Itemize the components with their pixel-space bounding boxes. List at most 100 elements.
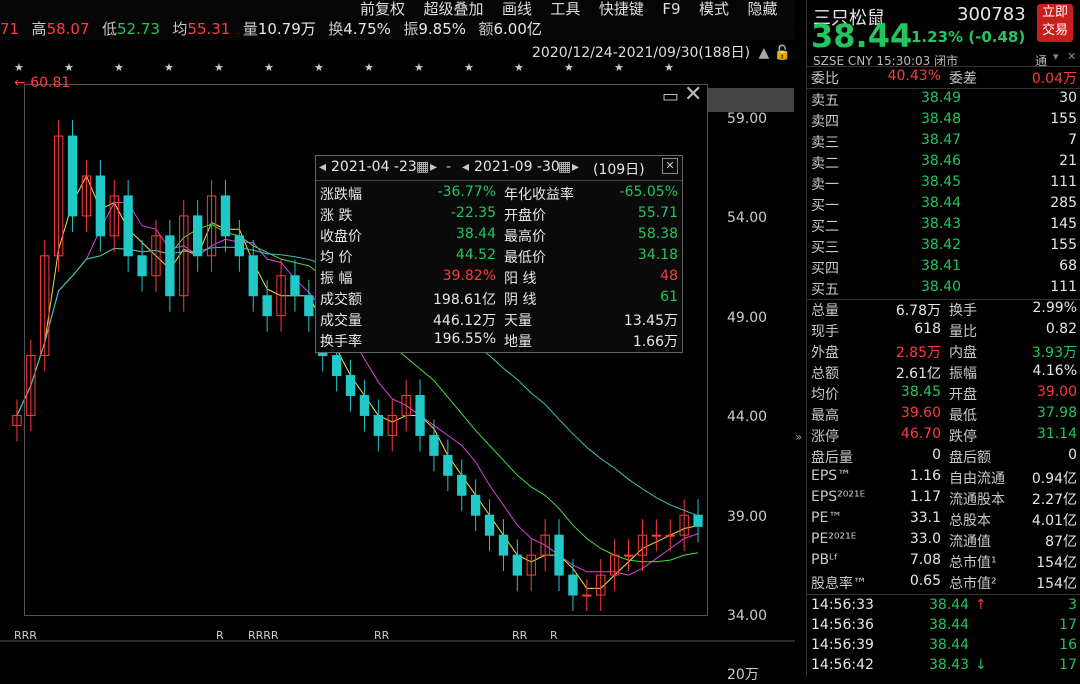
menu-shortcuts[interactable]: 快捷键 [599, 0, 644, 19]
popup-end-date[interactable]: 2021-09 -30 [474, 159, 560, 175]
menu-tools[interactable]: 工具 [550, 0, 580, 19]
ask-row[interactable]: 卖二 38.46 21 [811, 153, 1077, 174]
popup-key: 阴 线 [504, 292, 537, 308]
stat-value: 4.16% [1032, 363, 1077, 379]
level-price: 38.49 [921, 90, 962, 106]
level-volume: 111 [1050, 174, 1077, 190]
tick-volume: 17 [1059, 617, 1077, 633]
stat-value: 2.61亿 [895, 366, 941, 382]
stat-label: 最低 [949, 408, 977, 424]
level-volume: 145 [1050, 216, 1077, 232]
calendar-icon[interactable]: ▦ [558, 159, 571, 175]
level-label: 卖四 [811, 114, 839, 130]
level-label: 卖一 [811, 177, 839, 193]
event-star-icon[interactable]: ★ [64, 61, 74, 74]
bid-row[interactable]: 买一 38.44 285 [811, 195, 1077, 216]
stat-row: 总额 2.61亿 振幅 4.16% [811, 363, 1077, 384]
popup-key: 最低价 [504, 250, 546, 266]
event-star-icon[interactable]: ★ [114, 61, 124, 74]
prev-start-next-icon[interactable]: ▸ [430, 159, 437, 175]
calendar-icon[interactable]: ▦ [416, 159, 429, 175]
event-star-icon[interactable]: ★ [164, 61, 174, 74]
stat-label: 跌停 [949, 429, 977, 445]
event-star-icon[interactable]: ★ [614, 61, 624, 74]
level-volume: 21 [1059, 153, 1077, 169]
close-icon[interactable]: ✕ [684, 82, 702, 107]
popup-value: 38.44 [455, 226, 496, 242]
ohlc-summary: 71 高58.07 低52.73 均55.31 量10.79万 换4.75% 振… [0, 18, 550, 39]
popup-days: (109日) [593, 162, 645, 178]
close-icon[interactable]: ✕ [662, 158, 678, 174]
maximize-icon[interactable]: ▭ [662, 86, 679, 107]
prev-end-icon[interactable]: ◂ [462, 159, 469, 175]
avg-label: 均55.31 [172, 20, 231, 38]
menu-f9[interactable]: F9 [662, 0, 680, 18]
event-star-icon[interactable]: ★ [464, 61, 474, 74]
tick-time: 14:56:33 [811, 597, 874, 613]
dropdown-icon[interactable]: ▾ [1053, 50, 1059, 63]
stat-row: 均价 38.45 开盘 39.00 [811, 384, 1077, 405]
stat-value: 154亿 [1036, 576, 1077, 592]
prev-start-icon[interactable]: ◂ [319, 159, 326, 175]
stat-value: 0.94亿 [1031, 471, 1077, 487]
event-star-icon[interactable]: ★ [314, 61, 324, 74]
max-price-marker: ← 60.81 [14, 75, 71, 91]
event-star-icon[interactable]: ★ [14, 61, 24, 74]
ask-row[interactable]: 卖五 38.49 30 [811, 90, 1077, 111]
event-star-icon[interactable]: ★ [264, 61, 274, 74]
bid-row[interactable]: 买五 38.40 111 [811, 279, 1077, 300]
event-star-icon[interactable]: ★ [514, 61, 524, 74]
tick-time: 14:56:39 [811, 637, 874, 653]
popup-key: 均 价 [320, 250, 353, 266]
stat-value: 618 [914, 321, 941, 337]
menu-overlay[interactable]: 超级叠加 [423, 0, 483, 19]
popup-row: 换手率 196.55% 地量 1.66万 [316, 331, 682, 352]
bid-row[interactable]: 买二 38.43 145 [811, 216, 1077, 237]
bid-row[interactable]: 买三 38.42 155 [811, 237, 1077, 258]
popup-value: 58.38 [637, 226, 678, 242]
expand-icon[interactable]: » [795, 430, 802, 444]
date-range[interactable]: 2020/12/24-2021/09/30(188日) ▲ 🔓 [532, 42, 791, 62]
stat-row: EPS²⁰²¹ᴱ 1.17 流通股本 2.27亿 [811, 489, 1077, 510]
menu-mode[interactable]: 模式 [699, 0, 729, 19]
popup-value: 34.18 [637, 247, 678, 263]
event-star-icon[interactable]: ★ [414, 61, 424, 74]
ask-row[interactable]: 卖三 38.47 7 [811, 132, 1077, 153]
event-star-icon[interactable]: ★ [214, 61, 224, 74]
event-star-icon[interactable]: ★ [364, 61, 374, 74]
ask-row[interactable]: 卖一 38.45 111 [811, 174, 1077, 195]
popup-key: 年化收益率 [504, 187, 574, 203]
popup-value: -36.77% [437, 184, 496, 200]
stat-label: 外盘 [811, 345, 839, 361]
next-end-icon[interactable]: ▸ [572, 159, 579, 175]
close-icon[interactable]: ✕ [1067, 50, 1076, 63]
event-star-icon[interactable]: ★ [564, 61, 574, 74]
level-volume: 155 [1050, 237, 1077, 253]
low-label: 低52.73 [101, 20, 160, 38]
lock-icon[interactable]: 🔓 [774, 45, 791, 61]
stat-value: 0.65 [909, 573, 941, 589]
bid-row[interactable]: 买四 38.41 68 [811, 258, 1077, 279]
stat-value: 0 [1068, 447, 1077, 463]
event-star-icon[interactable]: ★ [664, 61, 674, 74]
popup-start-date[interactable]: 2021-04 -23 [331, 159, 417, 175]
stat-value: 0 [932, 447, 941, 463]
stat-label: 总市值¹ [949, 555, 997, 571]
stat-label: 盘后额 [949, 450, 991, 466]
menu-draw[interactable]: 画线 [502, 0, 532, 19]
tick-price: 38.44 [929, 597, 970, 613]
tick-arrow-icon: ↑ [975, 597, 987, 613]
collapse-icon[interactable]: ▲ [759, 45, 770, 61]
menu-fuquan[interactable]: 前复权 [360, 0, 405, 19]
popup-value: 446.12万 [433, 313, 496, 329]
stat-value: 7.08 [909, 552, 941, 568]
stock-code: 300783 [957, 4, 1026, 25]
popup-row: 涨 跌 -22.35 开盘价 55.71 [316, 205, 682, 226]
tick-arrow-icon: ↓ [975, 657, 987, 673]
stat-label: 流通股本 [949, 492, 1005, 508]
r-marker: RR [374, 629, 390, 642]
menu-hide[interactable]: 隐藏 [747, 0, 777, 19]
ask-row[interactable]: 卖四 38.48 155 [811, 111, 1077, 132]
buy-now-button[interactable]: 立即交易 [1037, 4, 1073, 42]
level-price: 38.48 [921, 111, 962, 127]
